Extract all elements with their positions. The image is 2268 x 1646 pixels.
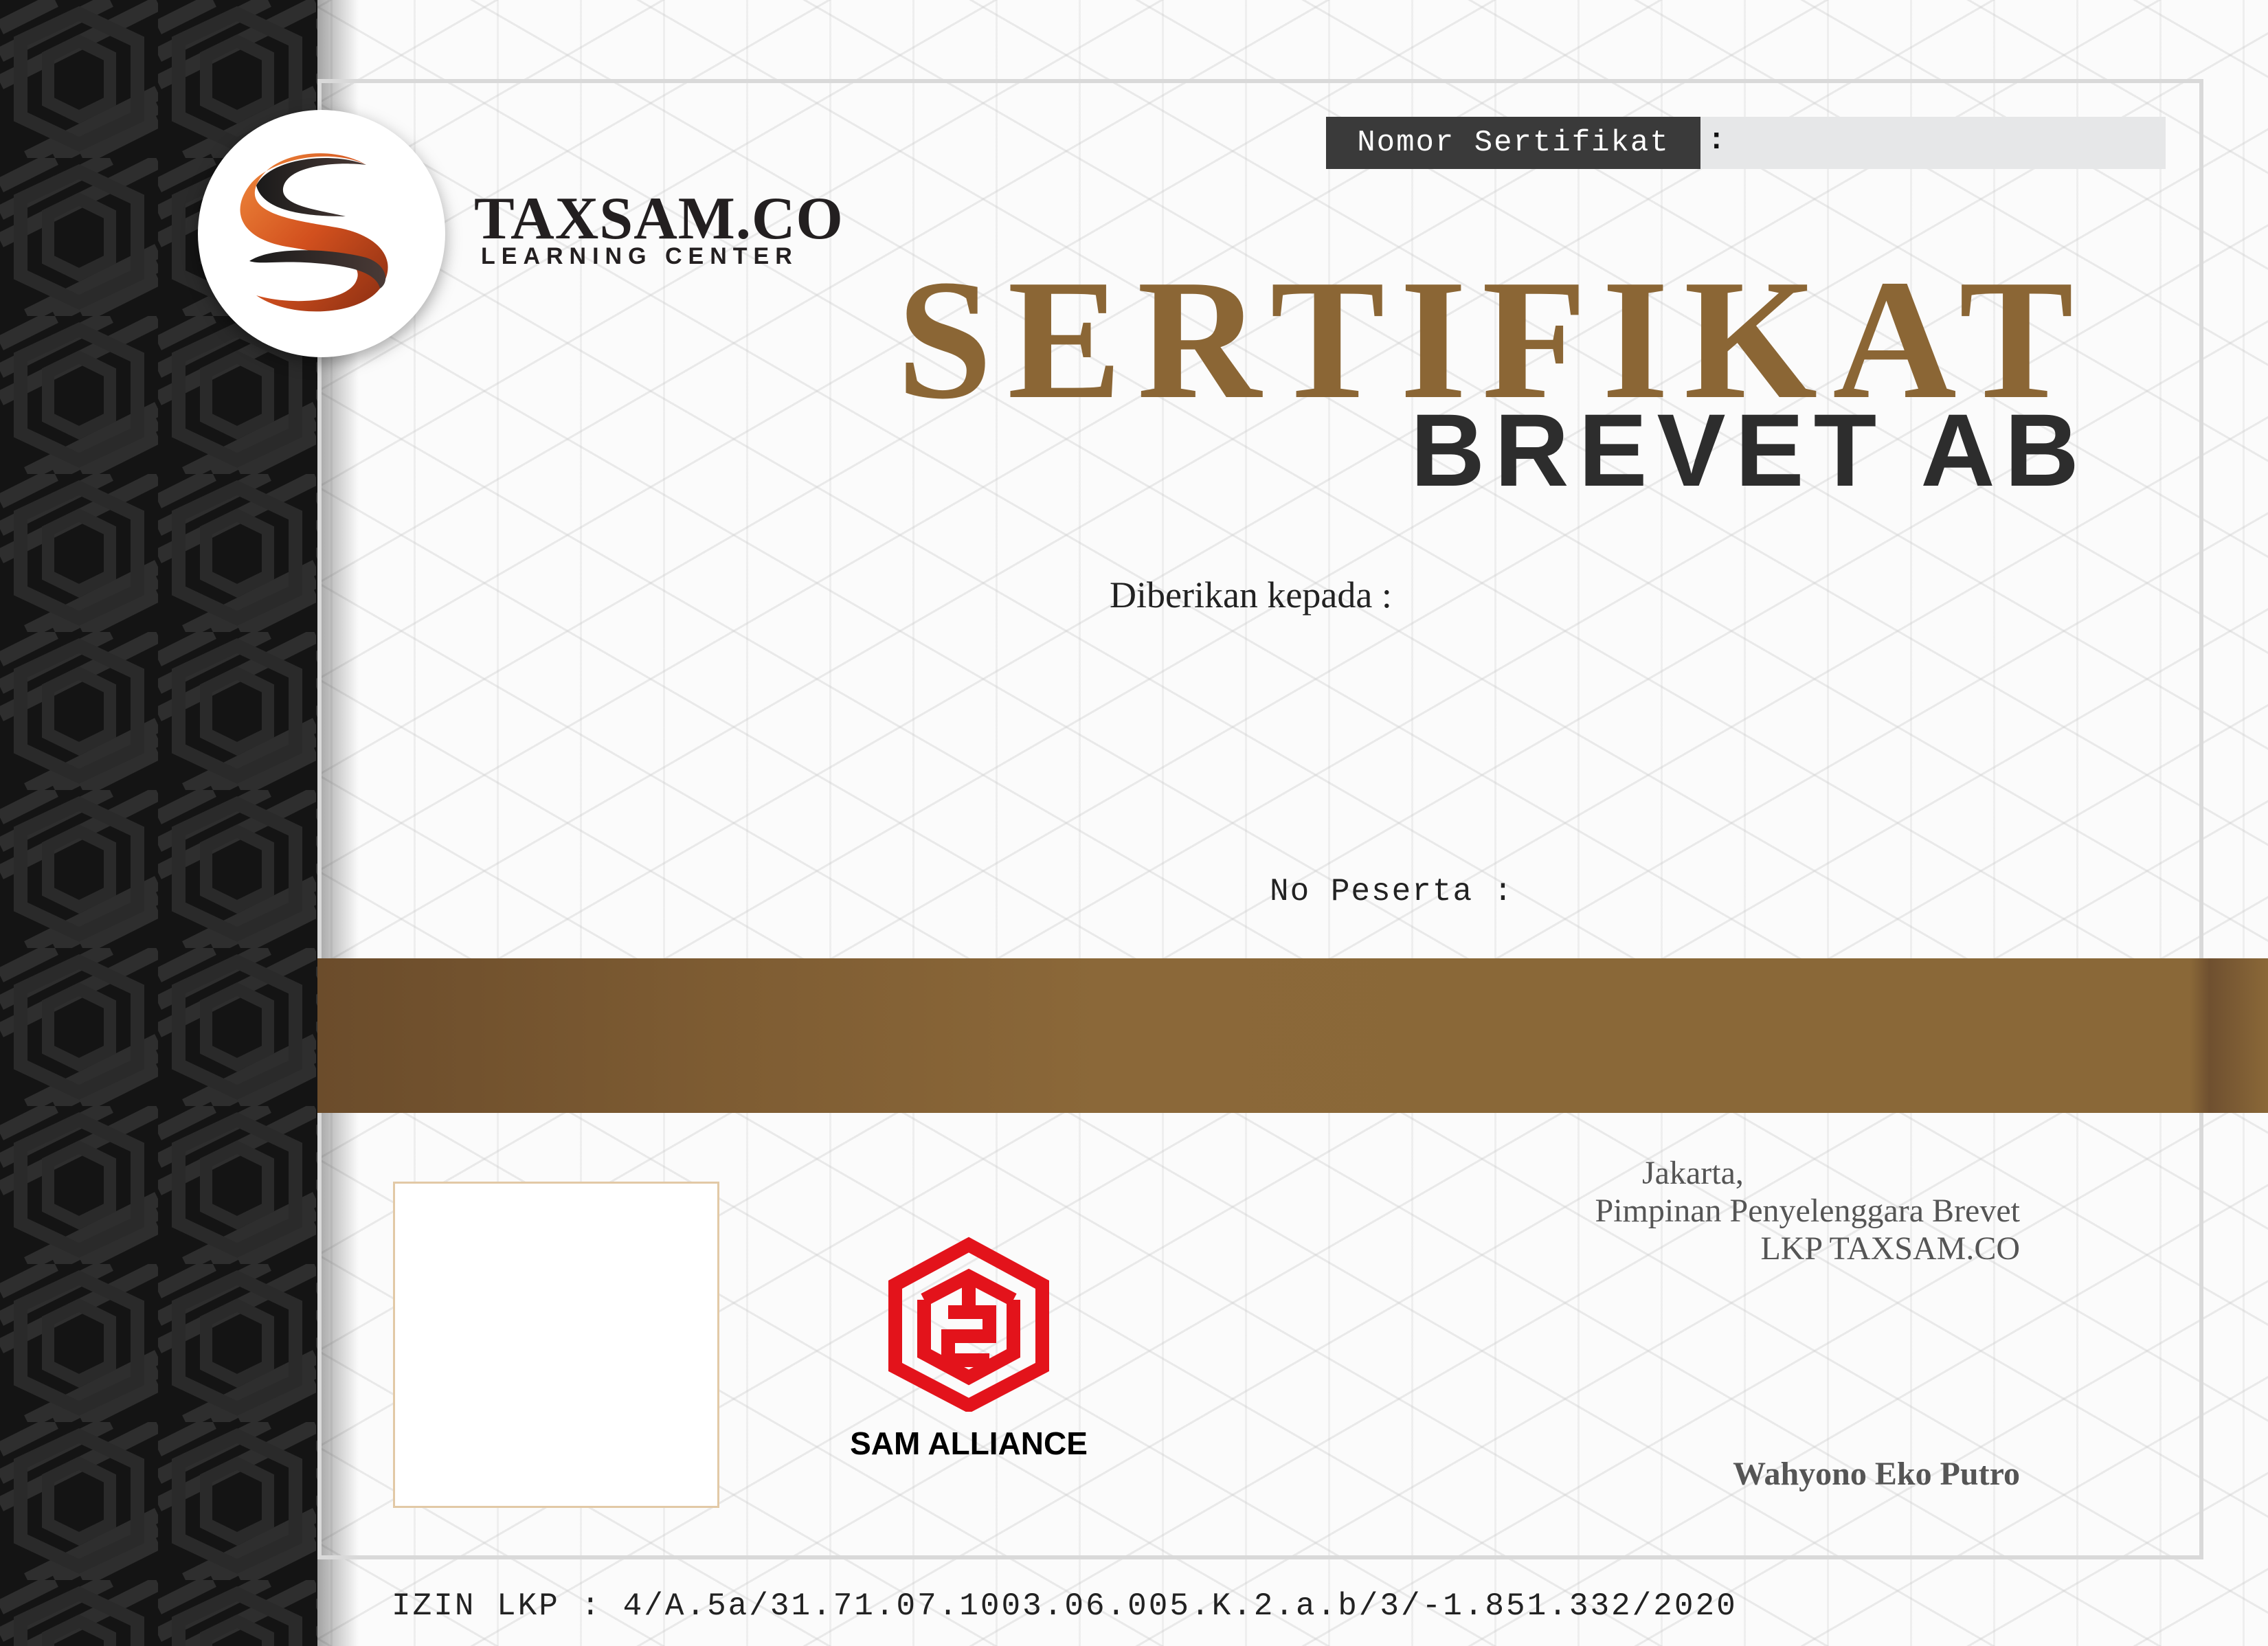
sam-alliance-hex-logo-icon — [888, 1237, 1049, 1414]
certificate-number-label: Nomor Sertifikat — [1326, 117, 1700, 169]
certificate-subtitle: BREVET AB — [1410, 392, 2089, 508]
signer-name: Wahyono Eko Putro — [1733, 1456, 2020, 1492]
signature-role: Pimpinan Penyelenggara Brevet — [1595, 1193, 2021, 1229]
partner-logo — [883, 1237, 1055, 1415]
license-number: IZIN LKP : 4/A.5a/31.71.07.1003.06.005.K… — [392, 1588, 1738, 1624]
certificate-number-field: Nomor Sertifikat : — [1326, 117, 2166, 169]
signature-block: Jakarta, Pimpinan Penyelenggara Brevet L… — [1443, 1154, 2021, 1267]
brand-name: TAXSAM.CO — [474, 185, 844, 252]
certificate-page: TAXSAM.CO LEARNING CENTER Nomor Sertifik… — [0, 0, 2268, 1646]
brand-tagline: LEARNING CENTER — [481, 243, 798, 269]
partner-name: SAM ALLIANCE — [850, 1425, 1088, 1461]
certificate-number-separator: : — [1707, 124, 1726, 158]
gold-ribbon-band — [317, 958, 2268, 1113]
brand-logo — [198, 110, 445, 357]
taxsam-swirl-logo-icon — [240, 153, 388, 312]
participant-number-label: No Peserta : — [1270, 874, 1514, 910]
recipient-label: Diberikan kepada : — [1110, 574, 1392, 616]
signature-city: Jakarta, — [1642, 1155, 1744, 1191]
signature-organization: LKP TAXSAM.CO — [1760, 1230, 2020, 1267]
photo-placeholder — [393, 1182, 719, 1508]
